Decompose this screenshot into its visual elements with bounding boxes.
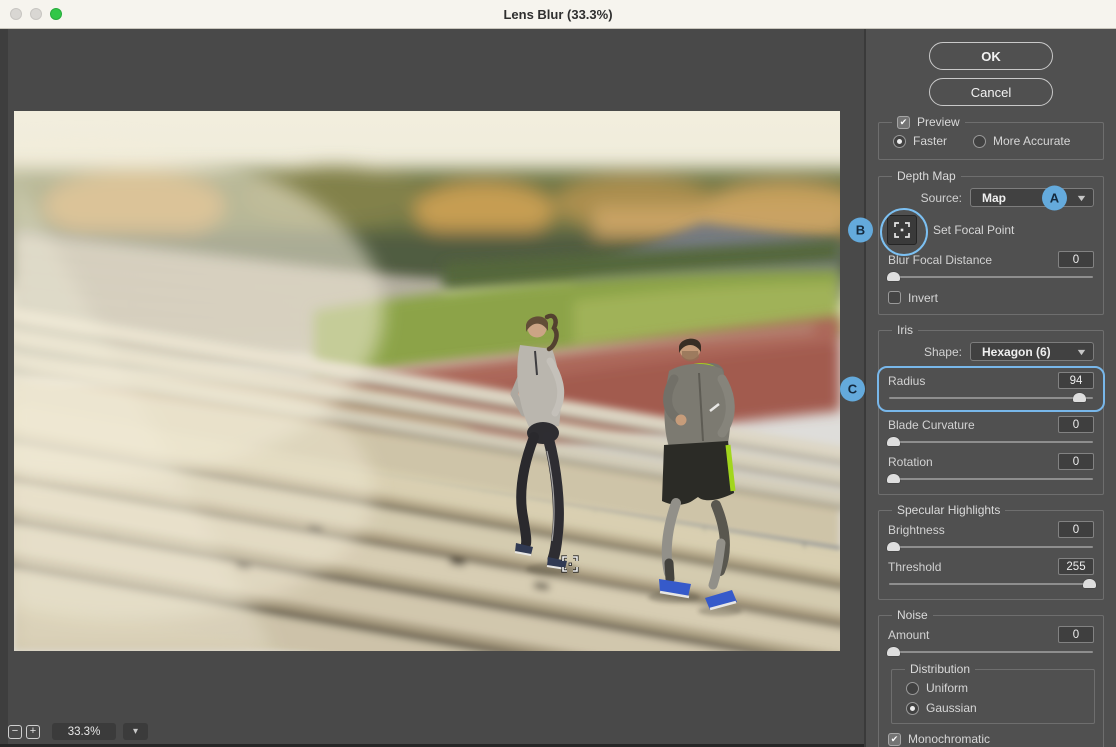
slider-thumb[interactable] — [887, 647, 901, 656]
ok-button[interactable]: OK — [929, 42, 1053, 70]
focal-point-icon — [894, 222, 910, 238]
set-focal-point-button[interactable]: B — [848, 208, 928, 256]
zoom-in-button[interactable]: + — [26, 724, 40, 739]
callout-badge-a: A — [1042, 185, 1067, 210]
noise-group: Noise Amount Distribution Uniform — [878, 608, 1104, 747]
specular-highlights-group: Specular Highlights Brightness Threshold — [878, 503, 1104, 600]
specular-highlights-legend: Specular Highlights — [897, 503, 1001, 517]
brightness-input[interactable] — [1058, 521, 1094, 538]
preview-group: Preview Faster More Accurate — [878, 115, 1104, 160]
monochromatic-checkbox[interactable] — [888, 732, 901, 746]
blade-curvature-label: Blade Curvature — [888, 417, 975, 432]
source-label: Source: — [920, 190, 962, 205]
noise-legend: Noise — [897, 608, 928, 622]
zoom-level-dropdown[interactable]: ▾ — [123, 723, 148, 740]
stadium-photo — [14, 111, 840, 651]
radius-slider[interactable] — [889, 392, 1093, 403]
faster-label: Faster — [913, 134, 948, 148]
rotation-input[interactable] — [1058, 453, 1094, 470]
settings-panel: OK Cancel Preview Faster More Accurate D… — [840, 29, 1116, 747]
blur-focal-distance-slider[interactable] — [887, 271, 1093, 282]
distribution-group: Distribution Uniform Gaussian — [891, 662, 1095, 724]
rotation-label: Rotation — [888, 454, 933, 469]
uniform-radio[interactable] — [906, 681, 919, 695]
more-accurate-radio[interactable] — [973, 134, 987, 148]
slider-thumb[interactable] — [887, 474, 901, 483]
threshold-slider[interactable] — [889, 578, 1096, 589]
amount-input[interactable] — [1058, 626, 1094, 643]
lens-blur-dialog: Lens Blur (33.3%) − + 33.3% ▾ OK Cancel … — [0, 0, 1116, 747]
preview-pane: − + 33.3% ▾ — [0, 29, 864, 747]
chevron-down-icon: ▾ — [132, 726, 139, 737]
zoom-window-button[interactable] — [50, 8, 62, 20]
cancel-button[interactable]: Cancel — [929, 78, 1053, 106]
callout-badge-b: B — [848, 217, 873, 243]
more-accurate-label: More Accurate — [993, 134, 1071, 148]
slider-thumb[interactable] — [1072, 393, 1086, 402]
iris-group: Iris Shape: Hexagon (6) ▼ C Radius 94 Bl… — [840, 323, 1105, 495]
shape-label: Shape: — [923, 344, 962, 359]
set-focal-point-label: Set Focal Point — [933, 223, 1015, 237]
zoom-controls: − + 33.3% ▾ — [8, 723, 148, 740]
blade-curvature-input[interactable] — [1058, 416, 1094, 433]
radius-label: Radius — [888, 373, 926, 388]
brightness-slider[interactable] — [887, 541, 1093, 552]
slider-thumb[interactable] — [887, 272, 901, 281]
traffic-lights — [10, 0, 62, 28]
radius-input[interactable] — [1058, 372, 1094, 389]
blur-focal-distance-label: Blur Focal Distance — [888, 252, 993, 267]
brightness-label: Brightness — [888, 522, 945, 537]
preview-checkbox[interactable] — [897, 115, 910, 129]
iris-legend: Iris — [897, 323, 913, 337]
source-select[interactable]: Map ▼ A — [970, 185, 1094, 210]
chevron-down-icon: ▼ — [1075, 192, 1088, 203]
callout-badge-c: C — [840, 376, 865, 402]
depth-map-legend: Depth Map — [897, 169, 956, 183]
invert-label: Invert — [908, 290, 939, 305]
shape-select[interactable]: Hexagon (6) ▼ — [970, 342, 1094, 361]
amount-slider[interactable] — [887, 646, 1093, 657]
blade-curvature-slider[interactable] — [887, 436, 1093, 447]
slider-thumb[interactable] — [887, 437, 901, 446]
monochromatic-label: Monochromatic — [908, 732, 991, 746]
rotation-slider[interactable] — [887, 473, 1093, 484]
close-button[interactable] — [10, 8, 22, 20]
depth-map-group: Depth Map Source: Map ▼ A B Set Focal Po… — [848, 169, 1104, 315]
zoom-level-value: 33.3% — [52, 723, 116, 740]
faster-radio[interactable] — [893, 134, 906, 148]
zoom-out-button[interactable]: − — [8, 724, 22, 739]
threshold-input[interactable] — [1058, 558, 1094, 575]
slider-thumb[interactable] — [1082, 579, 1096, 588]
gaussian-label: Gaussian — [926, 701, 977, 715]
uniform-label: Uniform — [926, 681, 969, 695]
radius-highlight-box: C Radius — [840, 366, 1105, 412]
shape-value: Hexagon (6) — [982, 344, 1051, 359]
blur-focal-distance-input[interactable] — [1058, 251, 1094, 268]
threshold-label: Threshold — [888, 559, 942, 574]
amount-label: Amount — [888, 627, 930, 642]
chevron-down-icon: ▼ — [1075, 346, 1088, 357]
window-title: Lens Blur (33.3%) — [503, 6, 613, 22]
invert-checkbox[interactable] — [888, 291, 901, 304]
minimize-button[interactable] — [30, 8, 42, 20]
image-preview[interactable] — [14, 111, 840, 651]
gaussian-radio[interactable] — [906, 701, 919, 715]
preview-label: Preview — [917, 115, 960, 129]
slider-thumb[interactable] — [887, 542, 901, 551]
titlebar: Lens Blur (33.3%) — [0, 0, 1116, 29]
distribution-legend: Distribution — [910, 662, 971, 676]
